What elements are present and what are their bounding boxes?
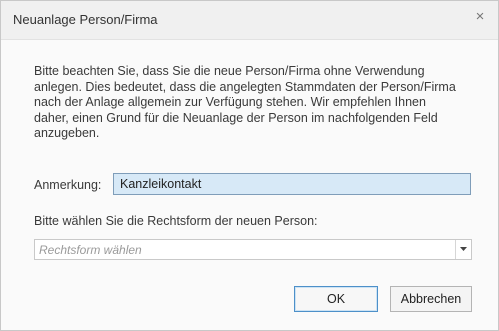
dropdown-button[interactable]	[455, 240, 471, 259]
anmerkung-input[interactable]	[113, 173, 471, 195]
close-icon[interactable]: ×	[472, 9, 488, 25]
rechtsform-label: Bitte wählen Sie die Rechtsform der neue…	[34, 214, 318, 228]
anmerkung-label: Anmerkung:	[34, 178, 102, 192]
info-line: nach der Anlage allgemein zur Verfügung …	[34, 95, 426, 109]
rechtsform-placeholder: Rechtsform wählen	[39, 243, 142, 257]
dialog-content: Bitte beachten Sie, dass Sie die neue Pe…	[1, 40, 498, 330]
rechtsform-select[interactable]: Rechtsform wählen	[34, 239, 472, 260]
dialog-titlebar: Neuanlage Person/Firma ×	[1, 1, 498, 40]
info-text: Bitte beachten Sie, dass Sie die neue Pe…	[34, 64, 474, 142]
dialog-title: Neuanlage Person/Firma	[13, 12, 158, 27]
info-line: daher, einen Grund für die Neuanlage der…	[34, 110, 438, 125]
info-line: anzugeben.	[34, 126, 100, 140]
info-line: anlegen. Dies bedeutet, dass die angeleg…	[34, 79, 456, 94]
cancel-button[interactable]: Abbrechen	[390, 286, 472, 312]
dialog: Neuanlage Person/Firma × Bitte beachten …	[0, 0, 499, 331]
triangle-down-icon	[460, 247, 467, 251]
info-line: Bitte beachten Sie, dass Sie die neue Pe…	[34, 64, 425, 78]
ok-button[interactable]: OK	[294, 286, 378, 312]
